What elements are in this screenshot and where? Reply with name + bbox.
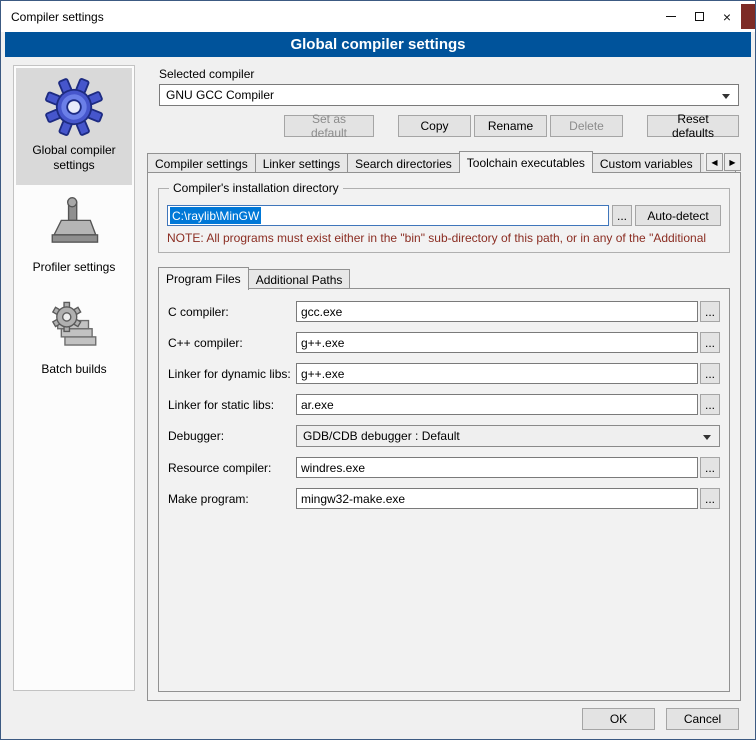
sidebar-label-batch-builds: Batch builds — [41, 362, 106, 377]
resource-compiler-input[interactable] — [296, 457, 698, 478]
dynamic-linker-browse-button[interactable]: ... — [700, 363, 720, 384]
chevron-down-icon — [722, 94, 730, 99]
tab-linker-settings[interactable]: Linker settings — [255, 153, 348, 173]
selected-compiler-dropdown[interactable]: GNU GCC Compiler — [159, 84, 739, 106]
chevron-down-icon — [703, 435, 711, 440]
static-linker-input[interactable] — [296, 394, 698, 415]
resource-compiler-browse-button[interactable]: ... — [700, 457, 720, 478]
cpp-compiler-browse-button[interactable]: ... — [700, 332, 720, 353]
sidebar-item-global-compiler-settings[interactable]: Global compiler settings — [16, 68, 132, 185]
cancel-button[interactable]: Cancel — [666, 708, 739, 730]
caption-buttons: × — [657, 1, 755, 32]
gray-gear-stack-icon — [45, 297, 103, 355]
maximize-icon — [695, 12, 704, 21]
delete-button: Delete — [550, 115, 623, 137]
debugger-select[interactable]: GDB/CDB debugger : Default — [296, 425, 720, 447]
sidebar-item-batch-builds[interactable]: Batch builds — [16, 287, 132, 389]
resource-compiler-label: Resource compiler: — [168, 461, 296, 475]
make-program-browse-button[interactable]: ... — [700, 488, 720, 509]
maximize-button[interactable] — [685, 1, 713, 32]
copy-button[interactable]: Copy — [398, 115, 471, 137]
static-linker-row: Linker for static libs: ... — [168, 394, 720, 415]
subtab-additional-paths[interactable]: Additional Paths — [248, 269, 351, 289]
tab-scroll-buttons: ◀ ▶ — [704, 153, 741, 171]
installation-directory-group-title: Compiler's installation directory — [169, 181, 343, 195]
minimize-icon — [666, 16, 676, 17]
cpp-compiler-row: C++ compiler: ... — [168, 332, 720, 353]
page-title: Global compiler settings — [5, 32, 751, 57]
install-dir-selected-text: C:\raylib\MinGW — [170, 207, 261, 224]
sidebar-label-global-compiler-settings: Global compiler settings — [19, 143, 129, 173]
set-as-default-button: Set as default — [284, 115, 374, 137]
install-dir-browse-button[interactable]: ... — [612, 205, 632, 226]
tab-search-directories[interactable]: Search directories — [347, 153, 460, 173]
profiler-tool-icon — [45, 195, 103, 253]
settings-tabstrip: Compiler settings Linker settings Search… — [147, 150, 741, 173]
ok-button[interactable]: OK — [582, 708, 655, 730]
bin-subdirectory-note: NOTE: All programs must exist either in … — [167, 231, 721, 245]
cpp-compiler-input[interactable] — [296, 332, 698, 353]
c-compiler-row: C compiler: ... — [168, 301, 720, 322]
static-linker-browse-button[interactable]: ... — [700, 394, 720, 415]
debugger-row: Debugger: GDB/CDB debugger : Default — [168, 425, 720, 447]
reset-defaults-button[interactable]: Reset defaults — [647, 115, 739, 137]
red-corner-block — [741, 4, 755, 29]
installation-directory-row: C:\raylib\MinGW ... Auto-detect — [167, 205, 721, 226]
installation-directory-group: Compiler's installation directory C:\ray… — [158, 188, 730, 253]
debugger-label: Debugger: — [168, 429, 296, 443]
make-program-row: Make program: ... — [168, 488, 720, 509]
tab-scroll-right-button[interactable]: ▶ — [724, 153, 741, 171]
compiler-settings-dialog: Compiler settings × Global compiler sett… — [0, 0, 756, 740]
close-button[interactable]: × — [713, 1, 741, 32]
program-files-tabstrip: Program Files Additional Paths — [158, 268, 730, 289]
dynamic-linker-input[interactable] — [296, 363, 698, 384]
main-content: Selected compiler GNU GCC Compiler Set a… — [147, 63, 741, 739]
c-compiler-input[interactable] — [296, 301, 698, 322]
compiler-actions: Set as default Copy Rename Delete Reset … — [147, 115, 739, 137]
make-program-input[interactable] — [296, 488, 698, 509]
sidebar-item-profiler-settings[interactable]: Profiler settings — [16, 185, 132, 287]
make-program-label: Make program: — [168, 492, 296, 506]
tab-custom-variables[interactable]: Custom variables — [592, 153, 701, 173]
tab-toolchain-executables[interactable]: Toolchain executables — [459, 151, 593, 173]
titlebar[interactable]: Compiler settings × — [1, 1, 755, 32]
selected-compiler-value: GNU GCC Compiler — [166, 88, 274, 102]
subtab-program-files[interactable]: Program Files — [158, 267, 249, 290]
tab-compiler-settings[interactable]: Compiler settings — [147, 153, 256, 173]
cpp-compiler-label: C++ compiler: — [168, 336, 296, 350]
minimize-button[interactable] — [657, 1, 685, 32]
selected-compiler-label: Selected compiler — [159, 67, 254, 81]
dialog-footer: OK Cancel — [582, 708, 739, 730]
c-compiler-browse-button[interactable]: ... — [700, 301, 720, 322]
sidebar: Global compiler settings Profiler settin… — [13, 65, 135, 691]
toolchain-executables-panel: Compiler's installation directory C:\ray… — [147, 172, 741, 701]
install-dir-input[interactable]: C:\raylib\MinGW — [167, 205, 609, 226]
rename-button[interactable]: Rename — [474, 115, 547, 137]
blue-gear-icon — [45, 78, 103, 136]
resource-compiler-row: Resource compiler: ... — [168, 457, 720, 478]
program-files-panel: C compiler: ... C++ compiler: ... Linker… — [158, 288, 730, 692]
tab-scroll-left-button[interactable]: ◀ — [706, 153, 723, 171]
static-linker-label: Linker for static libs: — [168, 398, 296, 412]
window-title: Compiler settings — [11, 10, 104, 24]
dynamic-linker-row: Linker for dynamic libs: ... — [168, 363, 720, 384]
sidebar-label-profiler-settings: Profiler settings — [33, 260, 116, 275]
dynamic-linker-label: Linker for dynamic libs: — [168, 367, 296, 381]
debugger-select-value: GDB/CDB debugger : Default — [303, 429, 460, 443]
close-icon: × — [723, 10, 731, 24]
auto-detect-button[interactable]: Auto-detect — [635, 205, 721, 226]
c-compiler-label: C compiler: — [168, 305, 296, 319]
